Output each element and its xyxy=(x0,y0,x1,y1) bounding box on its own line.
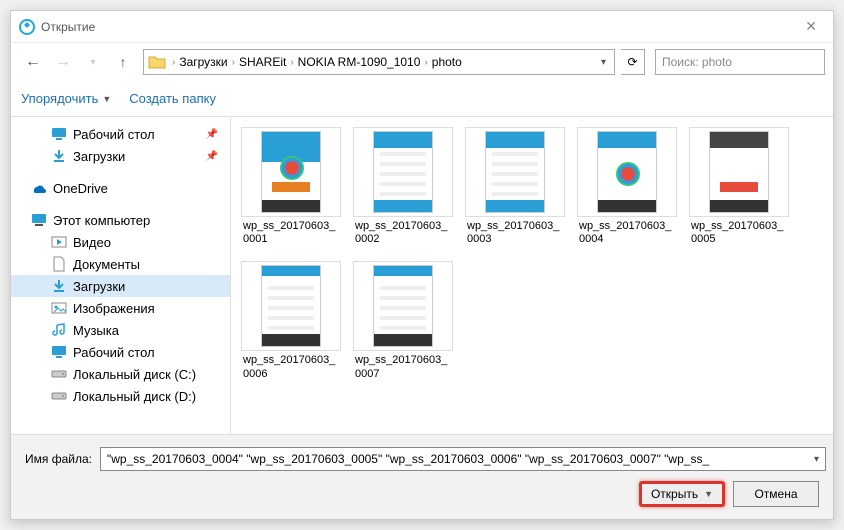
file-name: wp_ss_20170603_0003 xyxy=(465,217,565,249)
up-button[interactable]: ↑ xyxy=(109,50,137,74)
tree-disk-d[interactable]: Локальный диск (D:) xyxy=(11,385,230,407)
breadcrumb-item[interactable]: NOKIA RM-1090_1010 xyxy=(296,53,423,71)
chevron-right-icon: › xyxy=(232,57,235,68)
bottom-panel: Имя файла: ▾ Открыть ▼ Отмена xyxy=(11,434,833,519)
tree-pictures[interactable]: Изображения xyxy=(11,297,230,319)
tree-disk-c[interactable]: Локальный диск (C:) xyxy=(11,363,230,385)
new-folder-button[interactable]: Создать папку xyxy=(129,91,216,106)
folder-icon xyxy=(148,54,166,70)
tree-downloads-pc[interactable]: Загрузки xyxy=(11,275,230,297)
thumbnail xyxy=(577,127,677,217)
titlebar: Открытие ✕ xyxy=(11,11,833,43)
thumbnail xyxy=(689,127,789,217)
pin-icon: 📌 xyxy=(206,129,218,140)
chevron-right-icon: › xyxy=(290,57,293,68)
thumbnail xyxy=(241,127,341,217)
document-icon xyxy=(51,256,67,272)
tree-view[interactable]: Рабочий стол 📌 Загрузки 📌 OneDrive Этот … xyxy=(11,117,231,437)
tree-desktop2[interactable]: Рабочий стол xyxy=(11,341,230,363)
back-button[interactable]: ← xyxy=(19,50,47,74)
chevron-down-icon: ▼ xyxy=(704,489,713,499)
pc-icon xyxy=(31,212,47,228)
file-item[interactable]: wp_ss_20170603_0007 xyxy=(353,261,453,383)
forward-button[interactable]: → xyxy=(49,50,77,74)
filename-label: Имя файла: xyxy=(25,452,92,466)
tree-thispc[interactable]: Этот компьютер xyxy=(11,209,230,231)
cancel-button[interactable]: Отмена xyxy=(733,481,819,507)
file-item[interactable]: wp_ss_20170603_0004 xyxy=(577,127,677,249)
file-name: wp_ss_20170603_0004 xyxy=(577,217,677,249)
file-name: wp_ss_20170603_0006 xyxy=(241,351,341,383)
thumbnail xyxy=(241,261,341,351)
music-icon xyxy=(51,322,67,338)
file-name: wp_ss_20170603_0005 xyxy=(689,217,789,249)
pin-icon: 📌 xyxy=(206,151,218,162)
search-placeholder: Поиск: photo xyxy=(662,55,732,69)
download-icon xyxy=(51,148,67,164)
window-title: Открытие xyxy=(41,20,95,34)
app-icon xyxy=(19,19,35,35)
tree-desktop[interactable]: Рабочий стол 📌 xyxy=(11,123,230,145)
file-item[interactable]: wp_ss_20170603_0005 xyxy=(689,127,789,249)
open-button[interactable]: Открыть ▼ xyxy=(639,481,725,507)
open-dialog: Открытие ✕ ← → ▾ ↑ › Загрузки › SHAREit … xyxy=(10,10,834,520)
filename-input[interactable] xyxy=(100,447,826,471)
chevron-right-icon: › xyxy=(172,57,175,68)
file-item[interactable]: wp_ss_20170603_0006 xyxy=(241,261,341,383)
desktop-icon xyxy=(51,126,67,142)
breadcrumb-item[interactable]: photo xyxy=(430,53,464,71)
breadcrumb-item[interactable]: Загрузки xyxy=(177,53,229,71)
recent-dropdown[interactable]: ▾ xyxy=(79,50,107,74)
file-name: wp_ss_20170603_0001 xyxy=(241,217,341,249)
toolbar: Упорядочить ▼ Создать папку xyxy=(11,81,833,117)
disk-icon xyxy=(51,388,67,404)
chevron-down-icon: ▼ xyxy=(102,94,111,104)
tree-videos[interactable]: Видео xyxy=(11,231,230,253)
thumbnail xyxy=(353,127,453,217)
pictures-icon xyxy=(51,300,67,316)
file-item[interactable]: wp_ss_20170603_0001 xyxy=(241,127,341,249)
organize-button[interactable]: Упорядочить ▼ xyxy=(21,91,111,106)
file-item[interactable]: wp_ss_20170603_0003 xyxy=(465,127,565,249)
disk-icon xyxy=(51,366,67,382)
thumbnail xyxy=(353,261,453,351)
file-name: wp_ss_20170603_0007 xyxy=(353,351,453,383)
file-item[interactable]: wp_ss_20170603_0002 xyxy=(353,127,453,249)
video-icon xyxy=(51,234,67,250)
tree-music[interactable]: Музыка xyxy=(11,319,230,341)
body: Рабочий стол 📌 Загрузки 📌 OneDrive Этот … xyxy=(11,117,833,437)
breadcrumb-bar[interactable]: › Загрузки › SHAREit › NOKIA RM-1090_101… xyxy=(143,49,615,75)
close-icon[interactable]: ✕ xyxy=(797,14,825,39)
refresh-button[interactable]: ⟳ xyxy=(621,49,645,75)
tree-onedrive[interactable]: OneDrive xyxy=(11,177,230,199)
chevron-right-icon: › xyxy=(424,57,427,68)
file-grid[interactable]: wp_ss_20170603_0001wp_ss_20170603_0002wp… xyxy=(231,117,833,437)
chevron-down-icon[interactable]: ▾ xyxy=(597,57,610,68)
download-icon xyxy=(51,278,67,294)
breadcrumb-item[interactable]: SHAREit xyxy=(237,53,288,71)
tree-documents[interactable]: Документы xyxy=(11,253,230,275)
tree-downloads[interactable]: Загрузки 📌 xyxy=(11,145,230,167)
onedrive-icon xyxy=(31,180,47,196)
search-input[interactable]: Поиск: photo xyxy=(655,49,825,75)
desktop-icon xyxy=(51,344,67,360)
chevron-down-icon[interactable]: ▾ xyxy=(814,454,819,465)
thumbnail xyxy=(465,127,565,217)
nav-row: ← → ▾ ↑ › Загрузки › SHAREit › NOKIA RM-… xyxy=(11,43,833,81)
file-name: wp_ss_20170603_0002 xyxy=(353,217,453,249)
